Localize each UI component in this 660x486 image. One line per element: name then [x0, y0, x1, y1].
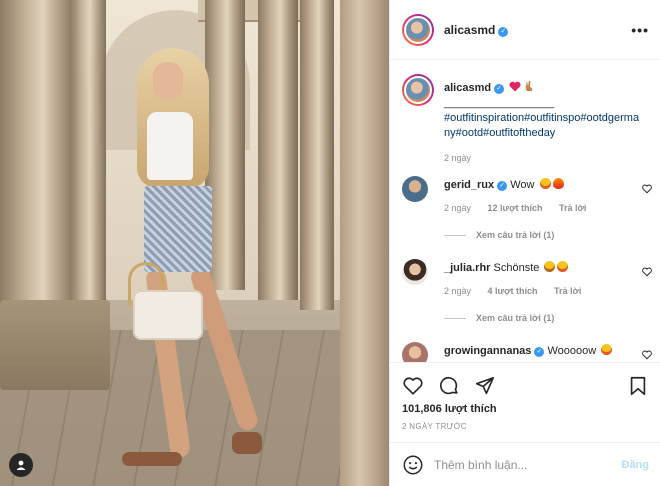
verified-badge-icon: ✓	[534, 347, 545, 357]
post-actions: 101,806 lượt thích 2 NGÀY TRƯỚC	[390, 362, 660, 434]
post-photo[interactable]	[0, 0, 389, 486]
comment-likes[interactable]: 12 lượt thích	[488, 203, 543, 213]
avatar[interactable]	[402, 342, 428, 362]
reply-button[interactable]: Trả lời	[554, 286, 581, 296]
like-heart-icon[interactable]	[402, 375, 424, 397]
post-side-panel: alicasmd ✓ ••• alicasmd ✓ ________________…	[389, 0, 660, 486]
comments-list[interactable]: alicasmd ✓ __________________ #outfitinsp…	[390, 60, 660, 362]
star-struck-icon	[557, 261, 569, 272]
fire-icon	[552, 178, 564, 189]
handbag	[133, 290, 203, 340]
photo-column	[300, 0, 334, 310]
like-comment-heart-icon[interactable]	[642, 184, 652, 194]
figure-sandal	[232, 432, 262, 454]
caption-divider: __________________	[444, 97, 555, 109]
comment-time[interactable]: 2 ngày	[444, 286, 471, 296]
figure-face	[153, 62, 183, 100]
post-header: alicasmd ✓ •••	[390, 0, 660, 60]
share-paper-plane-icon[interactable]	[474, 375, 496, 397]
laughing-icon	[544, 261, 556, 272]
avatar[interactable]	[402, 259, 428, 285]
verified-badge-icon: ✓	[498, 26, 509, 37]
emoji-smiley-icon[interactable]	[402, 454, 424, 476]
caption-author[interactable]: alicasmd	[444, 82, 491, 94]
post-comment-button[interactable]: Đăng	[622, 459, 650, 471]
verified-badge-icon: ✓	[494, 84, 505, 94]
avatar[interactable]	[402, 13, 434, 46]
add-comment-bar: Đăng	[390, 442, 660, 486]
like-comment-heart-icon[interactable]	[642, 350, 652, 360]
comment-text: Wow	[510, 179, 535, 191]
photo-column-base	[0, 300, 110, 390]
avatar[interactable]	[402, 176, 428, 202]
figure-top	[147, 112, 193, 180]
caption-hashtags[interactable]: #outfitinspiration#outfitinspo#ootdgerma…	[444, 111, 644, 141]
view-replies-button[interactable]: Xem câu trả lời (1)	[444, 230, 554, 240]
reply-button[interactable]: Trả lời	[559, 203, 586, 213]
comment-input[interactable]	[434, 457, 604, 472]
more-options-icon[interactable]: •••	[631, 22, 649, 38]
post-timestamp[interactable]: 2 NGÀY TRƯỚC	[402, 422, 467, 431]
red-heart-icon	[509, 81, 521, 92]
photo-column	[258, 0, 298, 300]
comment-likes[interactable]: 4 lượt thích	[488, 286, 538, 296]
figure-skirt	[144, 186, 212, 272]
comment-text: Schönste	[493, 262, 540, 274]
comment-author[interactable]: growingannanas	[444, 345, 531, 357]
comment-time[interactable]: 2 ngày	[444, 203, 471, 213]
view-replies-button[interactable]: Xem câu trả lời (1)	[444, 313, 554, 323]
photo-column-foreground	[340, 0, 389, 486]
tagged-users-button[interactable]	[9, 453, 33, 477]
comment-bubble-icon[interactable]	[438, 375, 460, 397]
like-comment-heart-icon[interactable]	[642, 267, 652, 277]
photo-column	[70, 0, 106, 310]
star-struck-icon	[539, 178, 551, 189]
star-struck-icon	[601, 344, 613, 355]
likes-count[interactable]: 101,806 lượt thích	[402, 403, 497, 415]
caption-time[interactable]: 2 ngày	[444, 153, 471, 163]
save-bookmark-icon[interactable]	[627, 375, 649, 397]
author-username[interactable]: alicasmd ✓	[444, 23, 509, 37]
figure-sandal	[122, 452, 182, 466]
avatar[interactable]	[402, 74, 434, 106]
victory-hand-icon	[525, 81, 533, 91]
photo-column	[0, 0, 78, 330]
comment-text: Wooooow	[547, 345, 597, 357]
comment-author[interactable]: _julia.rhr	[444, 262, 490, 274]
user-icon	[16, 460, 26, 470]
verified-badge-icon: ✓	[497, 181, 508, 191]
comment-author[interactable]: gerid_rux	[444, 179, 494, 191]
